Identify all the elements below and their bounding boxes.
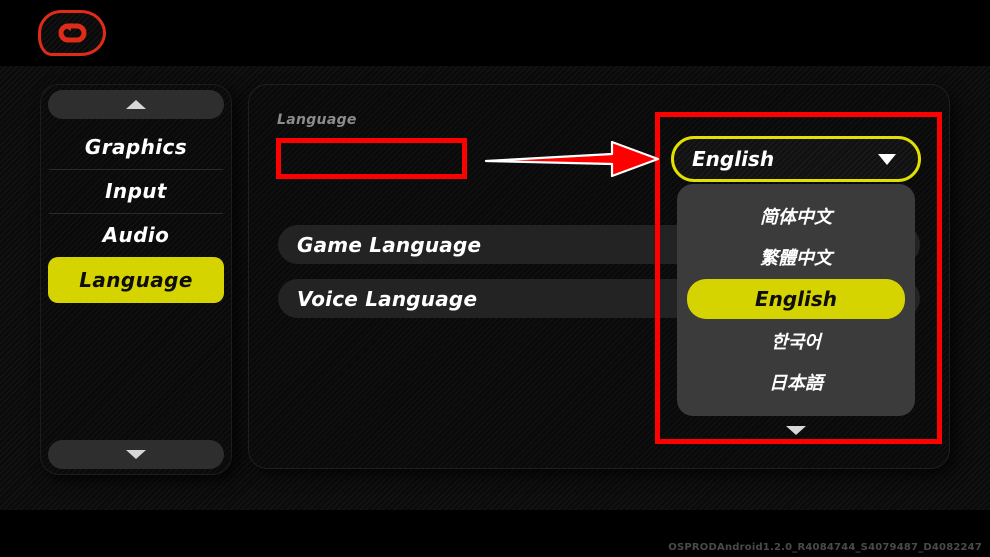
dropdown-option-simplified-chinese[interactable]: 简体中文 — [687, 197, 905, 235]
dropdown-selected-value: English — [692, 147, 775, 171]
sidebar-item-audio[interactable]: Audio — [41, 213, 231, 257]
settings-screen: Graphics Input Audio Language Language G… — [0, 0, 990, 557]
dropdown-option-label: 繁體中文 — [760, 248, 832, 269]
setting-label: Game Language — [297, 232, 482, 257]
dropdown-option-label: English — [754, 287, 838, 311]
sidebar-item-label: Input — [105, 179, 167, 203]
build-id-text: OSPRODAndroid1.2.0_R4084744_S4079487_D40… — [668, 542, 982, 553]
dropdown-option-label: 简体中文 — [760, 207, 832, 228]
dropdown-scroll-down-button[interactable] — [671, 426, 921, 435]
dropdown-option-korean[interactable]: 한국어 — [687, 322, 905, 360]
sidebar-item-list: Graphics Input Audio Language — [41, 125, 231, 303]
back-arrow-icon — [57, 20, 87, 46]
sidebar-item-graphics[interactable]: Graphics — [41, 125, 231, 169]
chevron-up-icon — [126, 100, 146, 109]
sidebar-scroll-down-button[interactable] — [48, 440, 224, 469]
dropdown-option-label: 日本語 — [769, 373, 823, 394]
chevron-down-icon — [786, 426, 806, 435]
sidebar-scroll-up-button[interactable] — [48, 90, 224, 119]
dropdown-option-japanese[interactable]: 日本語 — [687, 363, 905, 401]
sidebar-item-language[interactable]: Language — [48, 257, 224, 303]
dropdown-option-traditional-chinese[interactable]: 繁體中文 — [687, 238, 905, 276]
back-button[interactable] — [38, 10, 106, 56]
dropdown-option-english[interactable]: English — [687, 279, 905, 319]
setting-label: Voice Language — [297, 286, 478, 311]
settings-sidebar: Graphics Input Audio Language — [41, 85, 231, 474]
sidebar-item-label: Language — [79, 268, 193, 292]
game-language-dropdown: English 简体中文 繁體中文 English 한국어 日本語 — [671, 136, 921, 435]
dropdown-toggle-button[interactable]: English — [671, 136, 921, 182]
sidebar-item-input[interactable]: Input — [41, 169, 231, 213]
sidebar-item-label: Audio — [102, 223, 170, 247]
chevron-down-icon — [878, 154, 896, 165]
section-title: Language — [277, 112, 357, 128]
chevron-down-icon — [126, 450, 146, 459]
dropdown-option-label: 한국어 — [771, 332, 821, 353]
sidebar-item-label: Graphics — [84, 135, 188, 159]
dropdown-option-list: 简体中文 繁體中文 English 한국어 日本語 — [677, 184, 915, 416]
